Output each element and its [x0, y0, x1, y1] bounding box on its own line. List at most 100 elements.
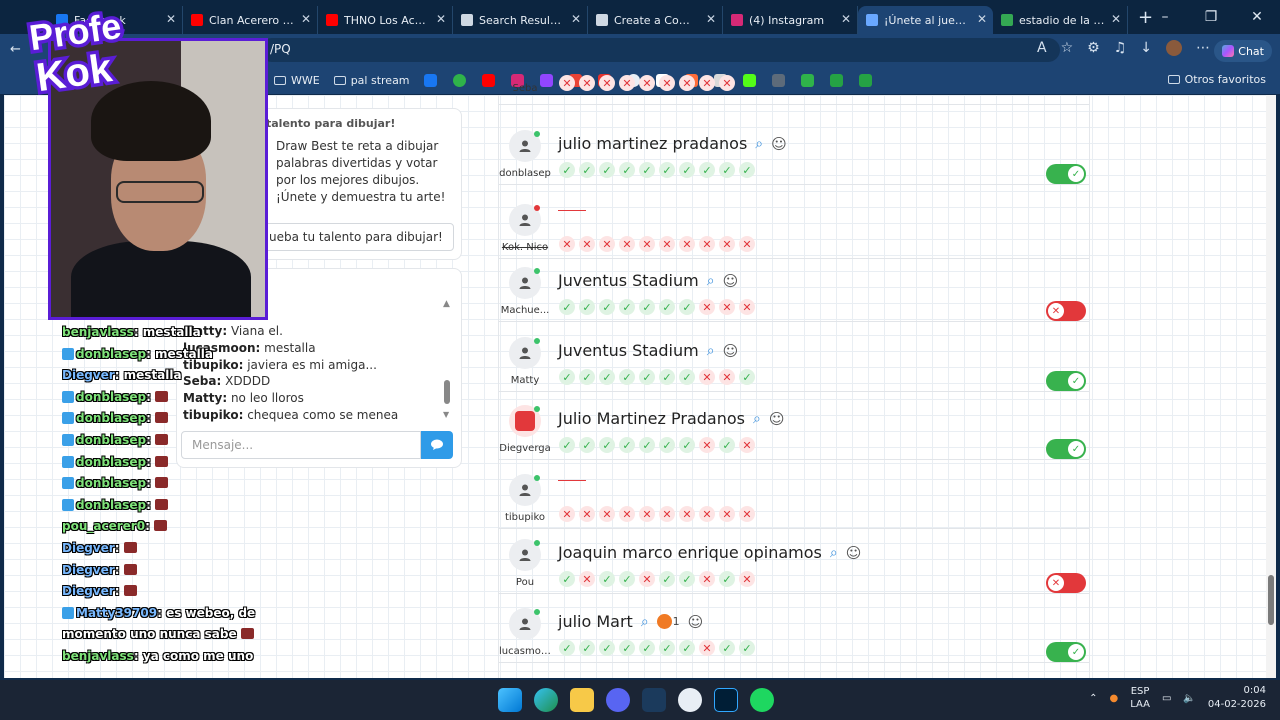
player-answer: Joaquin marco enrique opinamos ⌕ ☺: [558, 543, 861, 562]
file-explorer-icon[interactable]: [570, 688, 594, 712]
stream-chat-overlay: benjavlass: mestalla donblasep: mestalla D…: [62, 322, 262, 668]
chat-scrollbar-thumb[interactable]: [444, 380, 450, 404]
tab-1[interactable]: Clan Acerero Huacho ✕: [183, 6, 318, 34]
read-aloud-icon[interactable]: A: [1037, 40, 1047, 56]
volume-icon[interactable]: 🔈: [1183, 693, 1195, 704]
tab-5[interactable]: (4) Instagram ✕: [723, 6, 858, 34]
validity-toggle[interactable]: ✕: [1046, 573, 1086, 593]
badge-icon: [62, 455, 74, 468]
validity-toggle[interactable]: ✓: [1046, 439, 1086, 459]
player-username: tibupiko: [504, 512, 546, 523]
add-reaction-icon[interactable]: ☺: [723, 272, 739, 290]
tray-chevron-icon[interactable]: ⌃: [1089, 693, 1097, 704]
edge-icon[interactable]: [534, 688, 558, 712]
more-menu-icon[interactable]: ⋯: [1196, 40, 1210, 56]
search-icon[interactable]: ⌕: [707, 343, 715, 359]
microphone-icon[interactable]: ●: [1109, 693, 1118, 704]
cross-icon: ✕: [579, 571, 595, 587]
validity-toggle[interactable]: ✕: [1046, 301, 1086, 321]
tab-close-icon[interactable]: ✕: [706, 12, 716, 26]
tab-close-icon[interactable]: ✕: [977, 12, 987, 26]
discord-icon[interactable]: [606, 688, 630, 712]
youtube-bookmark-icon[interactable]: [481, 73, 495, 87]
cross-icon: ✕: [599, 236, 615, 252]
tab-close-icon[interactable]: ✕: [1111, 12, 1121, 26]
clock[interactable]: 0:04 04-02-2026: [1208, 684, 1266, 712]
chat-scrollbar[interactable]: [442, 296, 452, 420]
stream-chat-user: Diegver: [62, 540, 115, 555]
empty-answer-dash: [558, 480, 586, 481]
tab-4[interactable]: Create a Comida Ch ✕: [588, 6, 723, 34]
check-icon: ✓: [639, 299, 655, 315]
extensions-icon[interactable]: ⚙: [1087, 40, 1100, 56]
tab-3[interactable]: Search Results for ✕: [453, 6, 588, 34]
check-icon: ✓: [579, 369, 595, 385]
collections-icon[interactable]: ♫: [1114, 40, 1127, 56]
chat-label: Chat: [1238, 44, 1264, 58]
add-reaction-icon[interactable]: ☺: [769, 410, 785, 428]
tab-close-icon[interactable]: ✕: [166, 12, 176, 26]
check-icon: ✓: [679, 640, 695, 656]
emote-icon: [240, 628, 254, 640]
search-icon[interactable]: ⌕: [830, 545, 838, 561]
tab-close-icon[interactable]: ✕: [436, 12, 446, 26]
cross-icon: ✕: [579, 236, 595, 252]
start-icon[interactable]: [498, 688, 522, 712]
network-icon[interactable]: ▭: [1162, 693, 1171, 704]
cross-icon: ✕: [679, 236, 695, 252]
steam-icon[interactable]: [642, 688, 666, 712]
send-button[interactable]: [421, 431, 453, 459]
bookmark-folder-wwe[interactable]: WWE: [274, 74, 320, 87]
facebook-bookmark-icon[interactable]: [423, 73, 437, 87]
url-field[interactable]: /PQ: [260, 38, 1060, 62]
check-icon: ✓: [639, 640, 655, 656]
chat-scroll-down-icon[interactable]: ▼: [443, 410, 449, 419]
search-icon[interactable]: ⌕: [753, 411, 761, 427]
language-indicator[interactable]: ESP LAA: [1130, 685, 1150, 711]
vote-marks: ✕ ✕ ✕ ✕ ✕ ✕ ✕ ✕ ✕: [559, 75, 735, 91]
validity-toggle[interactable]: ✓: [1046, 642, 1086, 662]
downloads-icon[interactable]: ↓: [1140, 40, 1152, 56]
emote-icon: [123, 563, 137, 575]
cross-icon: ✕: [659, 75, 675, 91]
cross-icon: ✕: [619, 75, 635, 91]
photoshop-icon[interactable]: [714, 688, 738, 712]
obs-icon[interactable]: [678, 688, 702, 712]
vote-marks: ✓ ✓ ✓ ✓ ✓ ✓ ✓ ✓ ✓ ✓: [559, 162, 755, 178]
tab-6[interactable]: ¡Únete al juego Basta ✕: [858, 6, 993, 34]
page-scrollbar-thumb[interactable]: [1268, 575, 1274, 625]
validity-toggle[interactable]: ✓: [1046, 371, 1086, 391]
vote-marks: ✓ ✓ ✓ ✓ ✓ ✓ ✓ ✕ ✕ ✓: [559, 369, 755, 385]
copilot-chat-button[interactable]: Chat: [1214, 40, 1272, 62]
cross-icon: ✕: [579, 506, 595, 522]
page-scrollbar[interactable]: [1266, 95, 1276, 678]
search-icon[interactable]: ⌕: [641, 614, 649, 630]
add-reaction-icon[interactable]: ☺: [688, 613, 704, 631]
other-favorites[interactable]: Otros favoritos: [1167, 73, 1266, 86]
add-reaction-icon[interactable]: ☺: [771, 135, 787, 153]
search-icon[interactable]: ⌕: [755, 136, 763, 152]
favorite-star-icon[interactable]: ☆: [1061, 40, 1074, 56]
tab-2[interactable]: THNO Los Aceros ✕: [318, 6, 453, 34]
green-bookmark-icon[interactable]: [452, 73, 466, 87]
add-reaction-icon[interactable]: ☺: [846, 544, 862, 562]
spotify-icon[interactable]: [750, 688, 774, 712]
cross-icon: ✕: [639, 506, 655, 522]
angry-reaction-icon[interactable]: 1: [656, 614, 680, 629]
search-icon[interactable]: ⌕: [707, 273, 715, 289]
validity-toggle[interactable]: ✓: [1046, 164, 1086, 184]
tab-close-icon[interactable]: ✕: [571, 12, 581, 26]
maximize-icon[interactable]: ❐: [1188, 0, 1234, 34]
badge-icon: [62, 347, 74, 360]
add-reaction-icon[interactable]: ☺: [723, 342, 739, 360]
promo-button[interactable]: ueba tu talento para dibujar!: [260, 223, 454, 251]
tab-favicon-icon: [596, 14, 608, 26]
minimize-icon[interactable]: –: [1142, 0, 1188, 34]
bookmark-folder-pal-stream[interactable]: pal stream: [333, 74, 410, 87]
close-window-icon[interactable]: ✕: [1234, 0, 1280, 34]
profile-avatar[interactable]: [1166, 40, 1182, 56]
player-username: Seba: [512, 83, 538, 94]
tab-7[interactable]: estadio de la juvent ✕: [993, 6, 1128, 34]
tab-close-icon[interactable]: ✕: [841, 12, 851, 26]
tab-close-icon[interactable]: ✕: [301, 12, 311, 26]
